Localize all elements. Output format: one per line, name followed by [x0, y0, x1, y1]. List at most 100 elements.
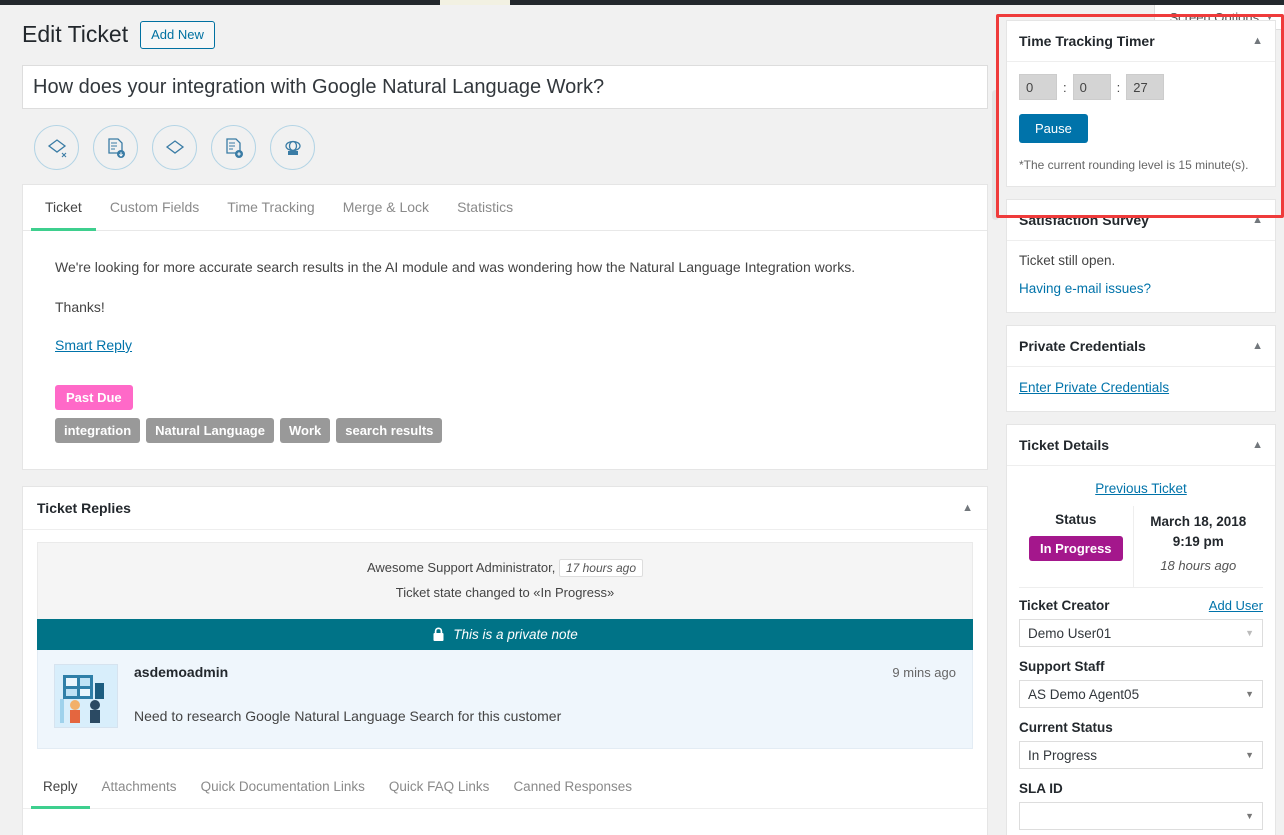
- reply-tabs: Reply Attachments Quick Documentation Li…: [23, 765, 987, 810]
- collapse-toggle-icon[interactable]: ▲: [1252, 35, 1263, 47]
- past-due-badge: Past Due: [55, 385, 133, 410]
- satisfaction-survey-body: Ticket still open. Having e-mail issues?: [1007, 241, 1275, 312]
- time-tracking-timer-header: Time Tracking Timer ▲: [1007, 21, 1275, 62]
- satisfaction-survey-header: Satisfaction Survey ▲: [1007, 200, 1275, 241]
- pause-timer-button[interactable]: Pause: [1019, 114, 1088, 143]
- add-new-button[interactable]: Add New: [140, 20, 215, 50]
- ticket-creator-select[interactable]: Demo User01 ▼: [1019, 619, 1263, 648]
- collapse-toggle-icon[interactable]: ▲: [1252, 340, 1263, 352]
- tab-canned-responses[interactable]: Canned Responses: [501, 765, 644, 809]
- support-staff-label: Support Staff: [1019, 659, 1105, 675]
- sidebar-scrollbar[interactable]: [992, 90, 999, 220]
- tab-ticket[interactable]: Ticket: [31, 185, 96, 231]
- tab-custom-fields[interactable]: Custom Fields: [96, 185, 213, 231]
- collapse-toggle-icon[interactable]: ▲: [1252, 214, 1263, 226]
- url-link-icon[interactable]: [270, 125, 315, 170]
- status-label: Status: [1055, 512, 1097, 527]
- support-staff-value: AS Demo Agent05: [1028, 686, 1140, 702]
- tab-time-tracking[interactable]: Time Tracking: [213, 185, 328, 231]
- ticket-status-columns: Status In Progress March 18, 2018 9:19 p…: [1019, 506, 1263, 588]
- ticket-details-header: Ticket Details ▲: [1007, 425, 1275, 466]
- chevron-down-icon: ▼: [1245, 811, 1254, 822]
- tab-statistics[interactable]: Statistics: [443, 185, 527, 231]
- private-note-label: This is a private note: [453, 627, 578, 643]
- admin-page: Screen Options ▼ Edit Ticket Add New How…: [0, 0, 1284, 835]
- chevron-down-icon: ▼: [1245, 689, 1254, 700]
- smart-reply-link[interactable]: Smart Reply: [55, 337, 132, 353]
- tab-attachments[interactable]: Attachments: [90, 765, 189, 809]
- state-change-message: Ticket state changed to «In Progress»: [395, 584, 615, 600]
- collapse-toggle-icon[interactable]: ▲: [962, 502, 973, 514]
- new-ticket-icon[interactable]: [152, 125, 197, 170]
- ticket-details-panel: Ticket Details ▲ Previous Ticket Status …: [1006, 424, 1276, 835]
- reply-text: Need to research Google Natural Language…: [134, 708, 562, 725]
- time-tracking-timer-panel: Time Tracking Timer ▲ : : Pause *The cur…: [1006, 20, 1276, 187]
- ticket-details-body: Previous Ticket Status In Progress March…: [1007, 466, 1275, 835]
- sla-id-select[interactable]: ▼: [1019, 802, 1263, 831]
- sla-id-label: SLA ID: [1019, 781, 1063, 797]
- timer-seconds-input[interactable]: [1126, 74, 1165, 100]
- ticket-age: 18 hours ago: [1160, 558, 1237, 574]
- ticket-time: 9:19 pm: [1172, 533, 1224, 549]
- support-staff-row: Support Staff: [1019, 659, 1263, 674]
- ticket-replies-header: Ticket Replies ▲: [23, 487, 987, 530]
- private-credentials-panel: Private Credentials ▲ Enter Private Cred…: [1006, 325, 1276, 412]
- chevron-down-icon: ▼: [1245, 628, 1254, 639]
- sidebar: Time Tracking Timer ▲ : : Pause *The cur…: [992, 0, 1284, 835]
- reply-item: asdemoadmin 9 mins ago Need to research …: [37, 650, 973, 750]
- timer-hours-input[interactable]: [1019, 74, 1057, 100]
- previous-ticket-link[interactable]: Previous Ticket: [1095, 481, 1187, 496]
- date-column: March 18, 2018 9:19 pm 18 hours ago: [1134, 506, 1263, 587]
- current-status-label: Current Status: [1019, 720, 1113, 736]
- reply-meta: asdemoadmin 9 mins ago: [134, 664, 956, 680]
- ticket-creator-label: Ticket Creator: [1019, 598, 1110, 614]
- new-document-icon[interactable]: [93, 125, 138, 170]
- add-user-link[interactable]: Add User: [1209, 598, 1263, 613]
- ticket-paragraph-2: Thanks!: [55, 299, 105, 315]
- support-staff-select[interactable]: AS Demo Agent05 ▼: [1019, 680, 1263, 709]
- tab-reply[interactable]: Reply: [31, 765, 90, 810]
- timer-separator: :: [1063, 79, 1067, 95]
- delete-ticket-icon[interactable]: [34, 125, 79, 170]
- previous-ticket-row: Previous Ticket: [1019, 476, 1263, 506]
- state-change-author: Awesome Support Administrator,: [366, 560, 556, 575]
- tab-merge-lock[interactable]: Merge & Lock: [329, 185, 443, 231]
- ticket-tags: integration Natural Language Work search…: [55, 418, 955, 443]
- reply-editor-area[interactable]: [23, 809, 987, 835]
- rounding-level-note: *The current rounding level is 15 minute…: [1019, 158, 1249, 172]
- state-change-entry: Awesome Support Administrator, 17 hours …: [37, 542, 973, 620]
- ticket-fields: Ticket Creator Add User Demo User01 ▼ Su…: [1019, 587, 1263, 831]
- ticket-details-title: Ticket Details: [1019, 437, 1110, 453]
- survey-status-text: Ticket still open.: [1019, 253, 1116, 268]
- ticket-title-input[interactable]: [22, 65, 988, 109]
- state-change-time: 17 hours ago: [558, 559, 644, 577]
- ticket-paragraph-1: We're looking for more accurate search r…: [55, 259, 856, 275]
- ticket-replies-panel: Ticket Replies ▲ Awesome Support Adminis…: [22, 486, 988, 835]
- admin-bar-highlight: [440, 0, 510, 5]
- ticket-replies-title: Ticket Replies: [37, 500, 131, 516]
- ticket-card: Ticket Custom Fields Time Tracking Merge…: [22, 184, 988, 470]
- current-status-row: Current Status: [1019, 720, 1263, 735]
- tag-item[interactable]: search results: [336, 418, 443, 443]
- enter-private-credentials-link[interactable]: Enter Private Credentials: [1019, 380, 1169, 395]
- ticket-creator-row: Ticket Creator Add User: [1019, 598, 1263, 613]
- email-issues-link[interactable]: Having e-mail issues?: [1019, 281, 1151, 296]
- tag-item[interactable]: integration: [55, 418, 141, 443]
- private-credentials-title: Private Credentials: [1019, 338, 1146, 354]
- sla-id-row: SLA ID: [1019, 781, 1263, 796]
- timer-minutes-input[interactable]: [1072, 74, 1111, 100]
- current-status-select[interactable]: In Progress ▼: [1019, 741, 1263, 770]
- ticket-tabs: Ticket Custom Fields Time Tracking Merge…: [23, 185, 987, 231]
- ticket-badges: Past Due integration Natural Language Wo…: [55, 385, 955, 443]
- chevron-down-icon: ▼: [1245, 750, 1254, 761]
- tab-quick-documentation-links[interactable]: Quick Documentation Links: [189, 765, 377, 809]
- add-document-icon[interactable]: [211, 125, 256, 170]
- tab-quick-faq-links[interactable]: Quick FAQ Links: [377, 765, 502, 809]
- timer-inputs: : :: [1019, 74, 1263, 100]
- page-header: Edit Ticket Add New: [22, 18, 988, 52]
- tag-item[interactable]: Natural Language: [146, 418, 274, 443]
- tag-item[interactable]: Work: [279, 418, 331, 443]
- ticket-creator-value: Demo User01: [1028, 625, 1112, 641]
- status-column: Status In Progress: [1019, 506, 1134, 588]
- collapse-toggle-icon[interactable]: ▲: [1252, 439, 1263, 451]
